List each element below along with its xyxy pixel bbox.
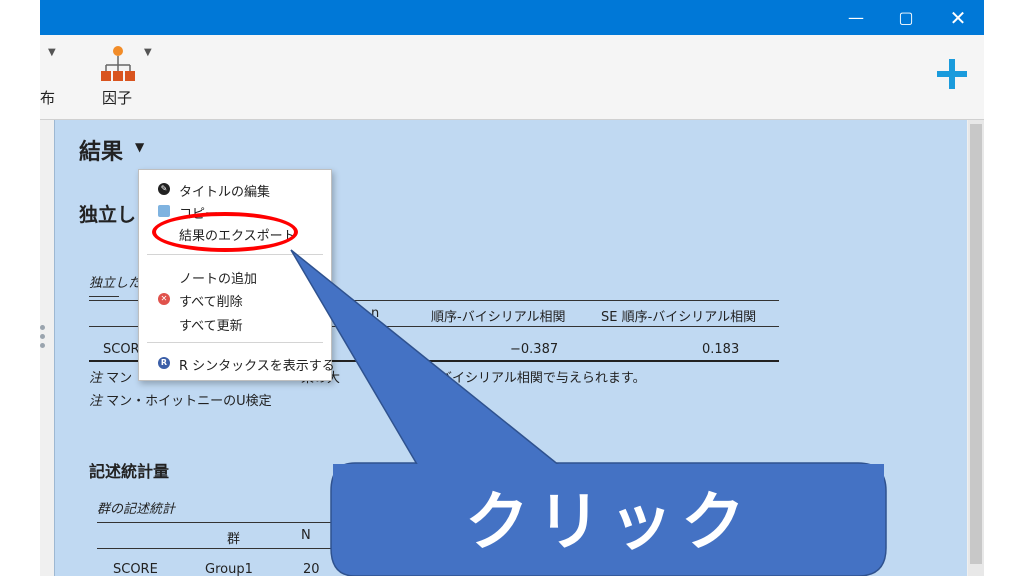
callout-text: クリック <box>465 486 753 560</box>
